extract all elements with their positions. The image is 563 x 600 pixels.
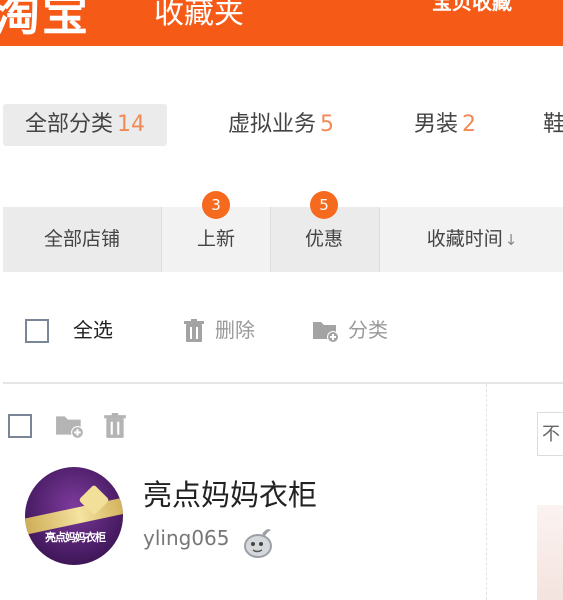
item-checkbox[interactable] xyxy=(8,414,32,438)
column-divider xyxy=(486,384,487,600)
filter-discounts[interactable]: 5 优惠 xyxy=(270,191,378,272)
category-count: 5 xyxy=(320,112,335,137)
shop-username: yling065 xyxy=(143,526,230,550)
shop-name[interactable]: 亮点妈妈衣柜 xyxy=(143,472,317,514)
shop-avatar[interactable]: 亮点妈妈衣柜 xyxy=(25,467,123,565)
trash-icon[interactable] xyxy=(103,413,127,439)
category-count: 14 xyxy=(117,112,146,137)
filter-all-shops[interactable]: 全部店铺 xyxy=(3,207,161,272)
right-panel-input[interactable]: 不 xyxy=(537,412,563,456)
filter-label: 优惠 xyxy=(304,228,343,250)
filter-new-arrivals[interactable]: 3 上新 xyxy=(161,191,271,272)
trash-icon[interactable] xyxy=(183,319,205,343)
category-tab-shoes[interactable]: 鞋 xyxy=(543,104,563,146)
category-tab-all[interactable]: 全部分类 14 xyxy=(3,104,168,146)
select-all-checkbox[interactable] xyxy=(25,319,49,343)
filter-sort-time[interactable]: 收藏时间 ↓ xyxy=(379,207,563,272)
category-count: 2 xyxy=(462,112,477,137)
top-header: 淘宝 收藏夹 宝贝收藏 xyxy=(0,0,563,46)
page-title: 收藏夹 xyxy=(154,0,244,31)
folder-add-icon[interactable] xyxy=(55,413,85,439)
divider xyxy=(3,382,563,384)
folder-add-icon[interactable] xyxy=(312,319,340,343)
arrow-down-icon: ↓ xyxy=(504,231,518,249)
category-label: 男装 xyxy=(414,112,459,137)
select-all-label[interactable]: 全选 xyxy=(73,317,113,343)
product-thumbnail[interactable] xyxy=(537,505,563,600)
filter-label: 收藏时间 xyxy=(426,228,503,250)
filter-label: 全部店铺 xyxy=(43,228,120,250)
taobao-logo[interactable]: 淘宝 xyxy=(0,0,90,44)
category-label: 全部分类 xyxy=(25,112,114,137)
category-label: 鞋 xyxy=(543,112,563,137)
wangwang-icon[interactable] xyxy=(241,525,277,561)
category-label: 虚拟业务 xyxy=(228,112,317,137)
classify-button[interactable]: 分类 xyxy=(348,317,388,343)
category-tab-menswear[interactable]: 男装 2 xyxy=(414,104,476,146)
category-tab-virtual[interactable]: 虚拟业务 5 xyxy=(228,104,334,146)
avatar-logo-text: 亮点妈妈衣柜 xyxy=(45,531,106,544)
filter-label: 上新 xyxy=(196,228,235,250)
filter-bar: 全部店铺 3 上新 5 优惠 收藏时间 ↓ xyxy=(3,191,563,272)
delete-button[interactable]: 删除 xyxy=(215,317,255,343)
item-favorites-link[interactable]: 宝贝收藏 xyxy=(432,0,512,15)
discount-count-badge: 5 xyxy=(310,191,338,219)
new-count-badge: 3 xyxy=(202,191,230,219)
